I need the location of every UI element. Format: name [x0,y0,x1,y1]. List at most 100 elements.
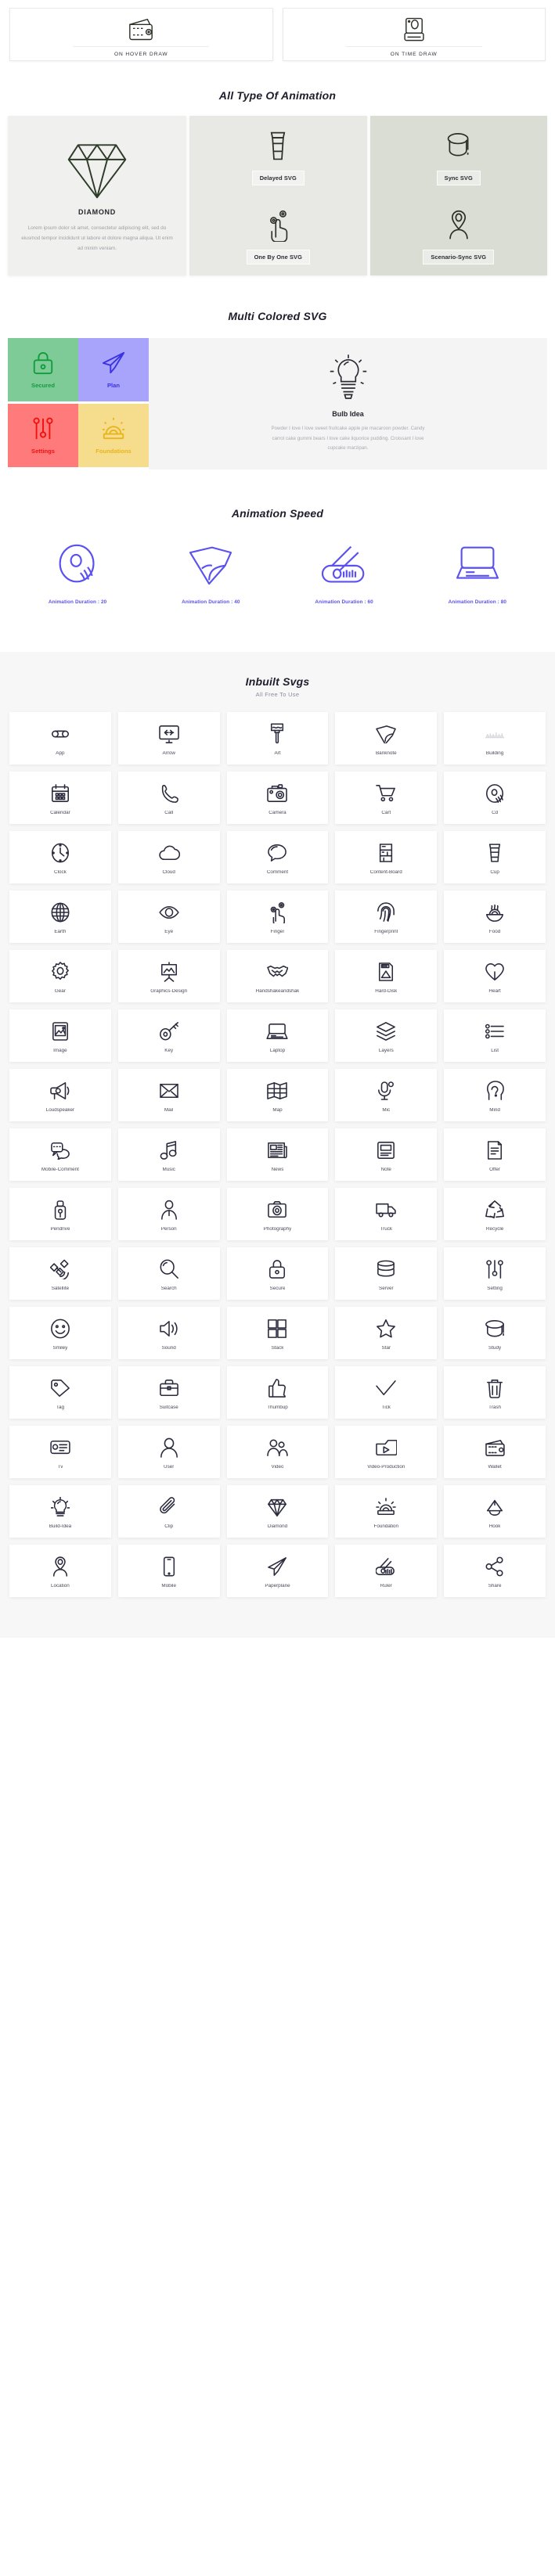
icon-card[interactable]: Cup [444,831,546,884]
icon-card[interactable]: Food [444,890,546,944]
icon-card[interactable]: Finger [226,890,329,944]
icon-card[interactable]: Wallet [444,1426,546,1479]
icon-card[interactable]: List [444,1009,546,1063]
icon-card[interactable]: Server [335,1247,438,1301]
icon-card[interactable]: Tick [335,1366,438,1419]
one-by-one-svg-cell[interactable]: One By One SVG [197,207,359,264]
icon-card[interactable]: Foundation [335,1485,438,1538]
speed-item-40[interactable]: Animation Duration : 40 [144,540,277,605]
icon-card[interactable]: Banknote [335,712,438,765]
icon-card[interactable]: Sound [117,1307,220,1360]
icon-card[interactable]: Heart [444,950,546,1003]
icon-card[interactable]: Clip [117,1485,220,1538]
icon-card[interactable]: Setting [444,1247,546,1301]
icon-card[interactable]: Fingerprint [335,890,438,944]
icon-card[interactable]: Graphics-Design [117,950,220,1003]
speed-item-80[interactable]: Animation Duration : 80 [411,540,544,605]
earth-icon [50,899,70,926]
icon-card[interactable]: Location [9,1545,111,1598]
icon-card[interactable]: Study [444,1307,546,1360]
on-hover-draw-card[interactable]: ON HOVER DRAW [9,8,273,61]
icon-card[interactable]: Person [117,1188,220,1241]
tile-plan[interactable]: Plan [78,338,149,401]
icon-card-label: Food [488,929,501,934]
icon-card[interactable]: Clock [9,831,111,884]
icon-card[interactable]: Map [226,1069,329,1122]
icon-card[interactable]: Image [9,1009,111,1063]
icon-card[interactable]: Pendrive [9,1188,111,1241]
icon-card-label: Mail [164,1107,174,1113]
icon-card[interactable]: Truck [335,1188,438,1241]
icon-card[interactable]: Music [117,1128,220,1182]
sync-svg-cell[interactable]: Sync SVG [378,128,540,185]
icon-card[interactable]: Key [117,1009,220,1063]
scenario-sync-svg-cell[interactable]: Scenario-Sync SVG [378,207,540,264]
delayed-svg-cell[interactable]: Delayed SVG [197,128,359,185]
icon-card[interactable]: Video [226,1426,329,1479]
icon-card[interactable]: Handshakeandshak [226,950,329,1003]
icon-card[interactable]: Star [335,1307,438,1360]
icon-card[interactable]: Ruler [335,1545,438,1598]
icon-card[interactable]: Mail [117,1069,220,1122]
icon-card[interactable]: Tag [9,1366,111,1419]
siren-icon [101,416,126,441]
icon-card[interactable]: App [9,712,111,765]
tv-icon [49,1434,71,1461]
icon-card[interactable]: Satellite [9,1247,111,1301]
icon-card[interactable]: Loudspeaker [9,1069,111,1122]
icon-card[interactable]: Photography [226,1188,329,1241]
icon-card[interactable]: Arrow [117,712,220,765]
icon-card[interactable]: Comment [226,831,329,884]
icon-card[interactable]: Share [444,1545,546,1598]
icon-card[interactable]: Eye [117,890,220,944]
icon-card[interactable]: Trash [444,1366,546,1419]
icon-card[interactable]: Search [117,1247,220,1301]
icon-card[interactable]: Paperplane [226,1545,329,1598]
icon-card[interactable]: Build-Idea [9,1485,111,1538]
icon-card[interactable]: Art [226,712,329,765]
icon-card[interactable]: Laptop [226,1009,329,1063]
icon-card-label: Setting [487,1286,503,1291]
icon-card[interactable]: Secure [226,1247,329,1301]
icon-card[interactable]: Camera [226,772,329,825]
icon-card[interactable]: Note [335,1128,438,1182]
icon-card[interactable]: Tv [9,1426,111,1479]
icon-card[interactable]: Video-Production [335,1426,438,1479]
icon-card[interactable]: Diamond [226,1485,329,1538]
tile-secured[interactable]: Secured [8,338,78,401]
icon-card[interactable]: Recycle [444,1188,546,1241]
icon-card[interactable]: Layers [335,1009,438,1063]
icon-card[interactable]: Thumbup [226,1366,329,1419]
icon-card[interactable]: Offer [444,1128,546,1182]
icon-card[interactable]: Calendar [9,772,111,825]
icon-card-label: Art [274,750,281,756]
icon-card[interactable]: User [117,1426,220,1479]
speed-item-20[interactable]: Animation Duration : 20 [11,540,144,605]
icon-card[interactable]: News [226,1128,329,1182]
icon-card[interactable]: Cloud [117,831,220,884]
icon-card[interactable]: Building [444,712,546,765]
section-title: Animation Speed [231,507,324,520]
tile-foundations[interactable]: Foundations [78,404,149,468]
icon-card[interactable]: Earth [9,890,111,944]
tile-settings[interactable]: Settings [8,404,78,468]
on-time-draw-card[interactable]: ON TIME DRAW [282,8,546,61]
icon-card[interactable]: Smiley [9,1307,111,1360]
icon-card[interactable]: Mind [444,1069,546,1122]
speed-item-60[interactable]: Animation Duration : 60 [278,540,411,605]
icon-card[interactable]: Mic [335,1069,438,1122]
search-icon [159,1256,179,1283]
icon-card-label: Location [50,1583,70,1588]
icon-card[interactable]: Mobile [117,1545,220,1598]
icon-card[interactable]: Call [117,772,220,825]
icon-card[interactable]: Mobile-Comment [9,1128,111,1182]
icon-card[interactable]: Suitcase [117,1366,220,1419]
icon-card[interactable]: Cart [335,772,438,825]
delayed-column: Delayed SVG One By One SVG [189,116,367,275]
icon-card[interactable]: Hard-Disk [335,950,438,1003]
icon-card[interactable]: Gear [9,950,111,1003]
icon-card[interactable]: Stack [226,1307,329,1360]
icon-card[interactable]: Cd [444,772,546,825]
icon-card[interactable]: Content-Board [335,831,438,884]
icon-card[interactable]: Hook [444,1485,546,1538]
